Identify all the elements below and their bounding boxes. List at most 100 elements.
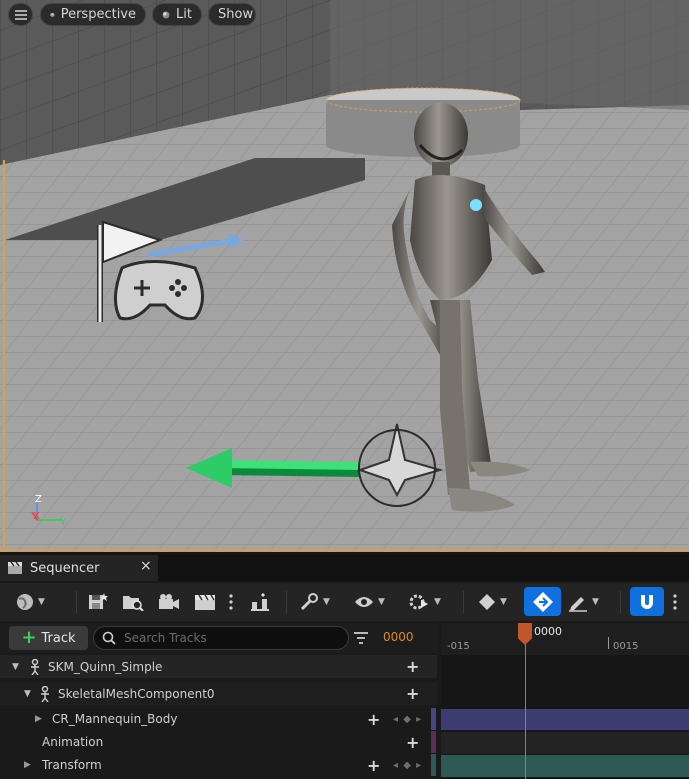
folder-search-icon (123, 596, 144, 611)
filter-icon[interactable] (354, 632, 368, 644)
tab-sequencer[interactable]: Sequencer × (0, 555, 158, 581)
track-color-strip (431, 731, 436, 753)
track-label: SKM_Quinn_Simple (48, 659, 163, 674)
skeleton-icon (41, 686, 49, 702)
expand-arrow-icon[interactable]: ▼ (24, 689, 31, 699)
chevron-down-icon: ▼ (500, 597, 507, 607)
chevron-down-icon: ▼ (592, 597, 599, 607)
track-label: SkeletalMeshComponent0 (58, 686, 215, 701)
playhead-line (525, 623, 526, 779)
view-options-button[interactable]: ▼ (354, 589, 385, 615)
perspective-label: Perspective (60, 7, 136, 22)
magnet-icon (641, 594, 653, 609)
camera-button[interactable] (158, 589, 180, 615)
find-in-content-browser-button[interactable] (122, 589, 144, 615)
search-input[interactable] (122, 630, 336, 646)
perspective-button[interactable]: Perspective (40, 3, 146, 26)
key-navigation[interactable]: ◂ ◆ ▸ (393, 760, 422, 771)
axis-y-label: Y (59, 517, 67, 528)
snapping-options-button[interactable] (672, 589, 678, 615)
edit-mode-button[interactable]: ▼ (568, 589, 599, 615)
track-row-skeletal-mesh-component[interactable]: ▼ SkeletalMeshComponent0 + (0, 682, 437, 705)
viewport-scene[interactable]: Z X Y (0, 0, 689, 552)
plus-icon: + (21, 627, 37, 648)
track-color-strip (431, 708, 436, 730)
add-icon[interactable]: + (406, 733, 419, 752)
track-row-transform[interactable]: ▶ Transform + ◂ ◆ ▸ (0, 754, 437, 776)
more-options-button[interactable] (228, 589, 234, 615)
actions-button[interactable] (249, 589, 271, 615)
playback-options-button[interactable]: ▼ (408, 589, 441, 615)
eye-icon (355, 597, 373, 607)
add-track-label: Track (41, 630, 76, 646)
collapse-arrow-icon[interactable]: ▶ (35, 714, 42, 724)
ruler-tick-label: 0015 (613, 641, 639, 652)
more-vertical-icon (673, 594, 677, 610)
add-icon[interactable]: + (406, 684, 419, 703)
auto-key-toggle[interactable] (524, 587, 561, 616)
skeleton-icon (31, 659, 39, 675)
add-icon[interactable]: + (367, 756, 380, 775)
track-color-strip (431, 754, 436, 776)
control-rig-section[interactable] (441, 709, 689, 730)
chevron-down-icon: ▼ (378, 597, 385, 607)
add-icon[interactable]: + (406, 657, 419, 676)
playhead-frame-label: 0000 (534, 625, 562, 638)
viewport-options-button[interactable] (8, 3, 33, 26)
lit-button[interactable]: Lit (152, 3, 202, 26)
time-ruler[interactable]: -015 0015 (441, 623, 689, 655)
search-icon (102, 631, 116, 645)
axis-z-label: Z (35, 494, 42, 505)
clapperboard-icon (8, 562, 22, 574)
gear-play-icon (409, 594, 428, 610)
save-button[interactable] (88, 589, 108, 615)
more-vertical-icon (229, 594, 233, 610)
chevron-down-icon: ▼ (434, 597, 441, 607)
animation-section-lane[interactable] (441, 732, 689, 754)
lit-sphere-icon (162, 11, 170, 18)
cube-icon (50, 12, 55, 17)
hierarchy-icon (251, 593, 269, 611)
add-track-button[interactable]: + Track (9, 626, 88, 650)
transform-section[interactable] (441, 755, 689, 777)
sequencer-tab-label: Sequencer (30, 560, 100, 576)
globe-icon (17, 594, 33, 610)
snapping-toggle[interactable] (630, 587, 664, 616)
clapperboard-icon (195, 594, 215, 610)
level-viewport[interactable]: Z X Y Perspective Lit Show (0, 0, 689, 552)
track-row-skm-quinn-simple[interactable]: ▼ SKM_Quinn_Simple + (0, 655, 437, 678)
track-label: Transform (42, 758, 102, 772)
timeline-area[interactable]: -015 0015 0000 (441, 623, 689, 779)
close-icon[interactable]: × (140, 558, 152, 574)
track-tree-header: + Track 0000 (0, 623, 437, 653)
track-label: Animation (42, 735, 104, 749)
ruler-tick (608, 637, 609, 649)
current-frame-field[interactable]: 0000 (383, 630, 414, 644)
key-interpolation-button[interactable]: ▼ (478, 589, 507, 615)
show-button[interactable]: Show (208, 3, 256, 26)
camera-icon (159, 594, 179, 609)
axis-x-label: X (33, 511, 40, 522)
sequencer-panel: Sequencer × ▼ ▼ ▼ ▼ ▼ ▼ + Track Search T… (0, 555, 689, 779)
collapse-arrow-icon[interactable]: ▶ (24, 760, 31, 770)
expand-arrow-icon[interactable]: ▼ (12, 662, 19, 672)
world-menu-button[interactable]: ▼ (16, 589, 45, 615)
add-icon[interactable]: + (367, 710, 380, 729)
show-label: Show (218, 7, 254, 22)
ruler-tick-label: -015 (447, 641, 470, 652)
sequencer-toolbar: ▼ ▼ ▼ ▼ ▼ ▼ (0, 583, 689, 621)
search-tracks-field[interactable] (93, 626, 349, 650)
track-row-animation[interactable]: Animation + (0, 731, 437, 753)
lit-label: Lit (176, 7, 192, 22)
wrench-icon (300, 593, 318, 611)
diamond-key-icon (479, 594, 495, 610)
tools-menu-button[interactable]: ▼ (299, 589, 330, 615)
sequencer-tab-bar: Sequencer × (0, 555, 689, 581)
hamburger-icon (14, 9, 27, 20)
save-icon (89, 593, 108, 609)
auto-key-icon (532, 591, 553, 612)
render-movie-button[interactable] (194, 589, 216, 615)
track-row-cr-mannequin-body[interactable]: ▶ CR_Mannequin_Body + ◂ ◆ ▸ (0, 708, 437, 730)
track-label: CR_Mannequin_Body (52, 712, 178, 726)
key-navigation[interactable]: ◂ ◆ ▸ (393, 714, 422, 725)
